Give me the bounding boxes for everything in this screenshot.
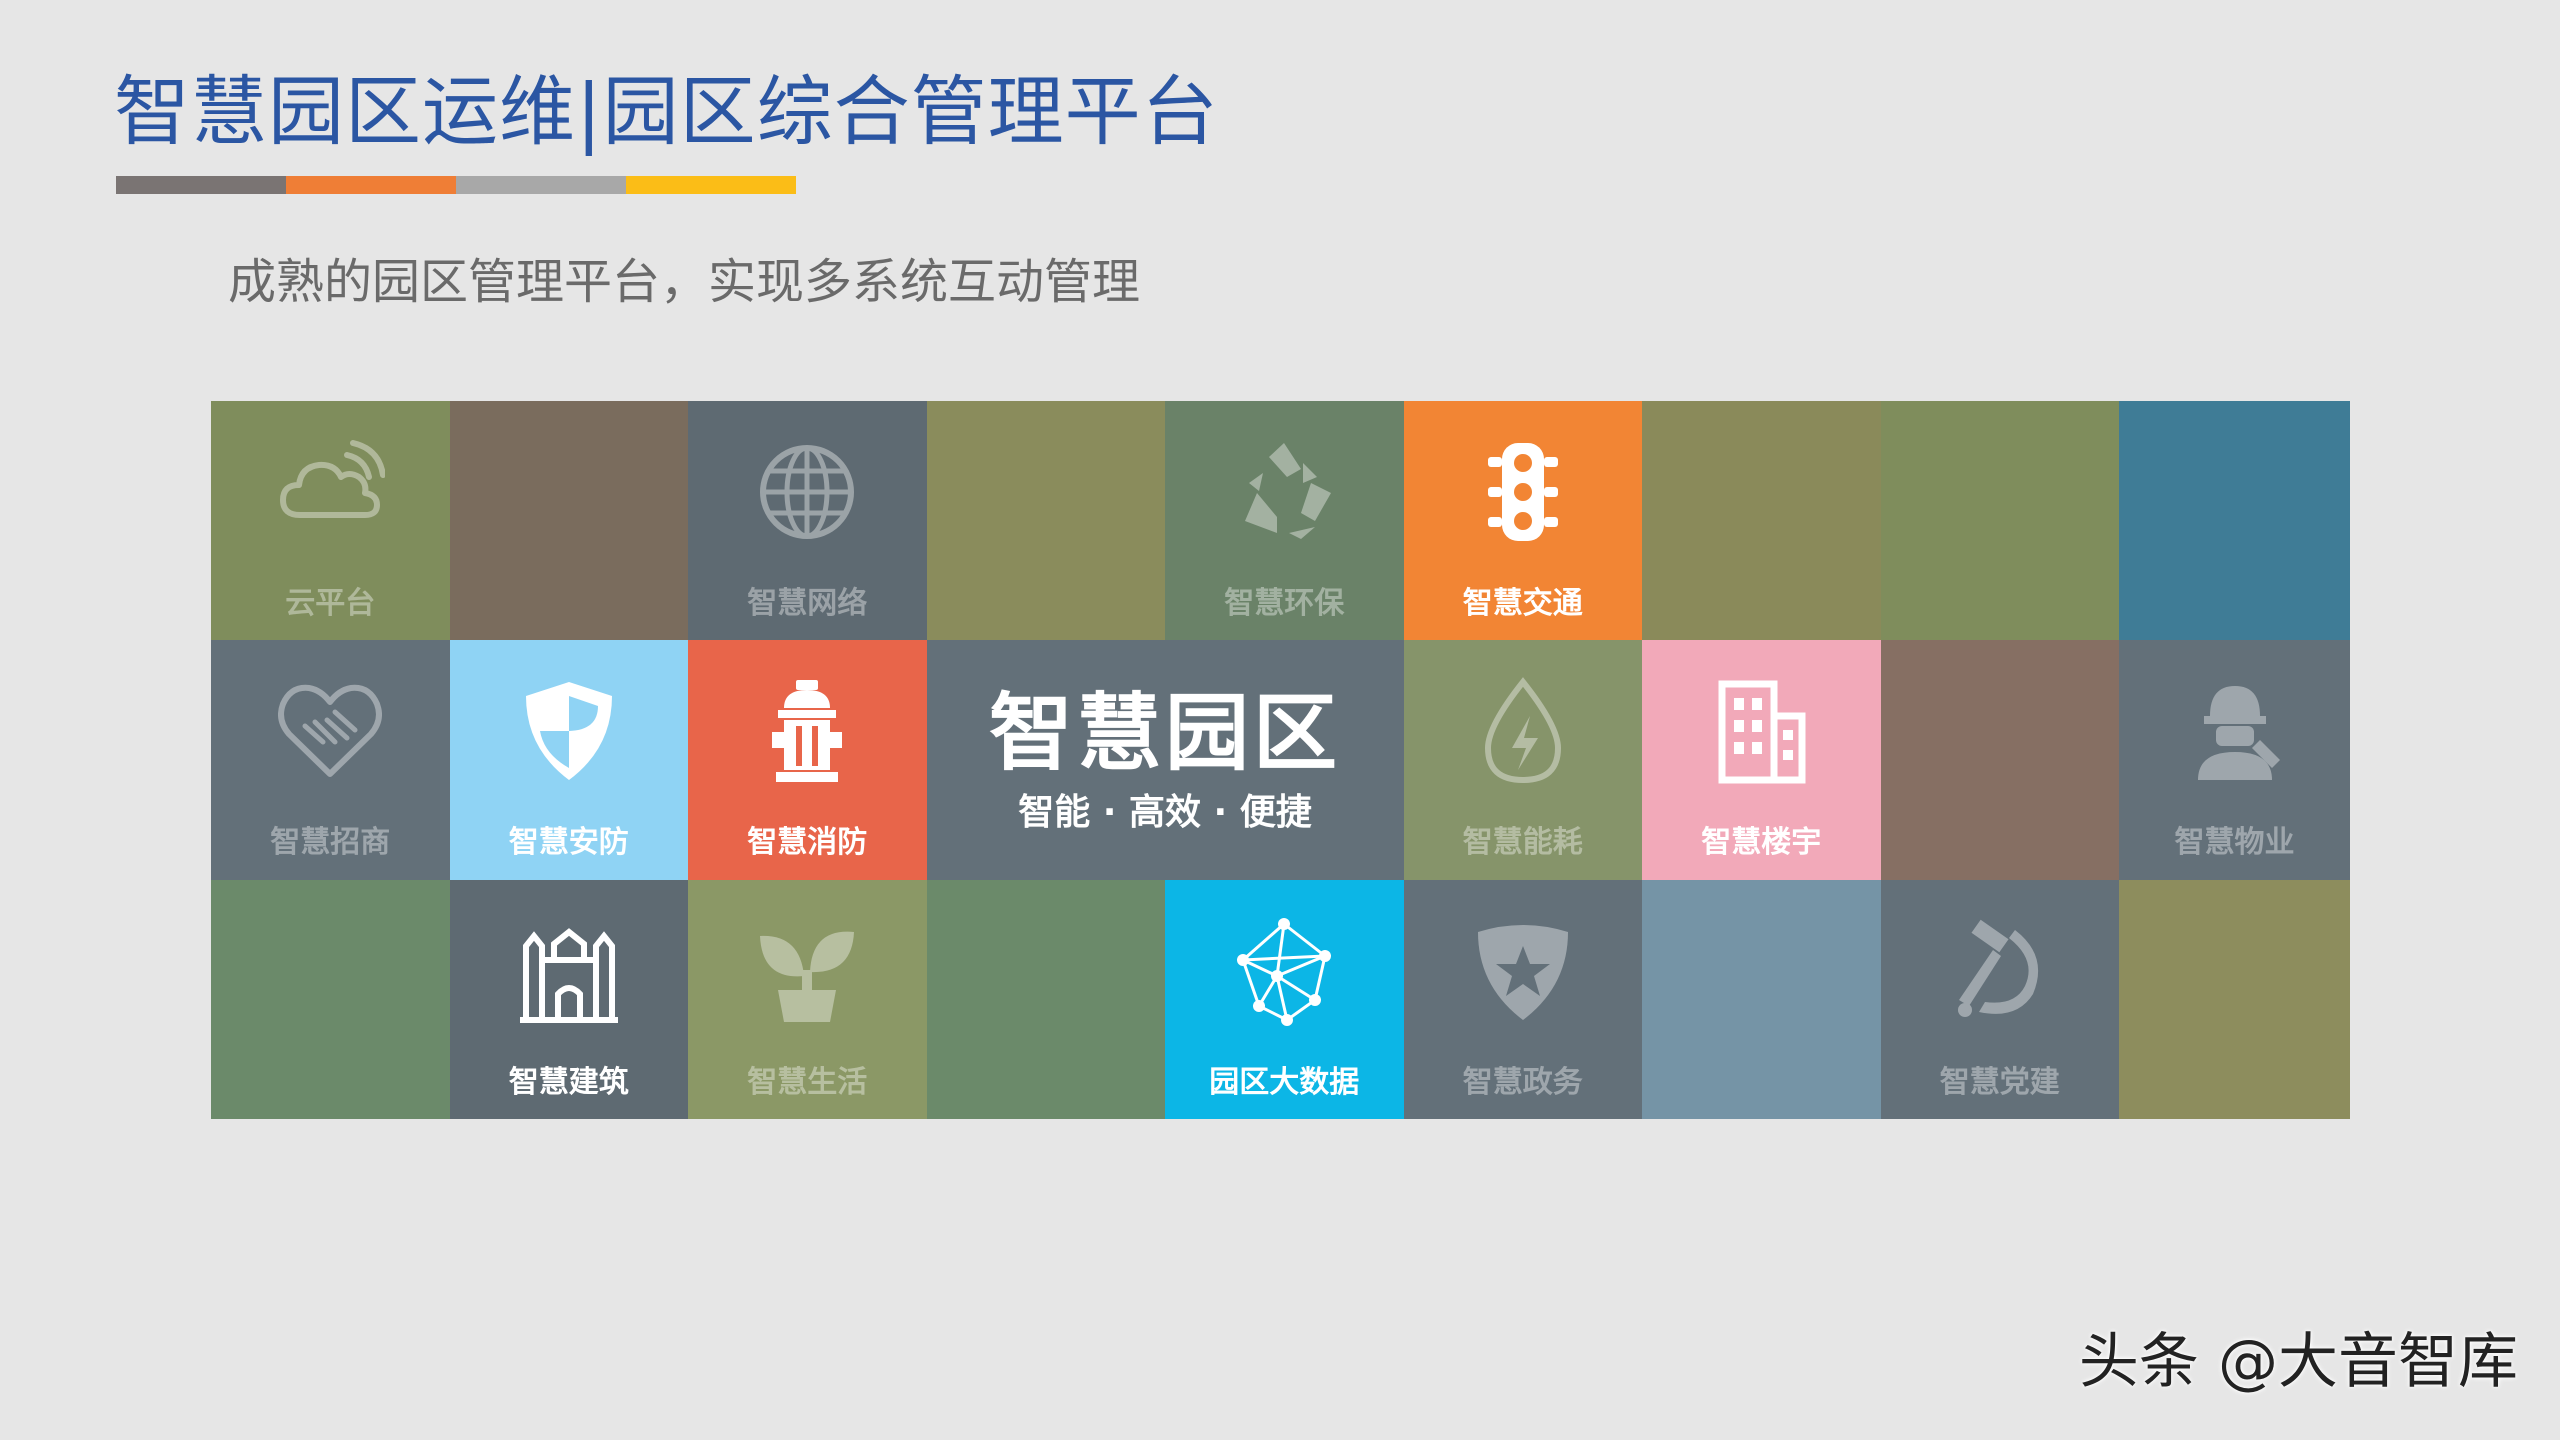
- title-bar-segment: [626, 176, 796, 194]
- tile-label: 智慧招商: [270, 825, 391, 860]
- tile-park-big-data: 园区大数据: [1165, 880, 1404, 1119]
- tile-label: 智慧安防: [508, 825, 629, 860]
- tile-label: 智慧消防: [747, 825, 868, 860]
- center-tagline: 智能 · 高效 · 便捷: [1018, 792, 1312, 833]
- tile-blank: [926, 401, 1165, 640]
- tile-smart-network: 智慧网络: [688, 401, 927, 640]
- tile-label: 智慧物业: [2174, 825, 2295, 860]
- tile-blank: [1880, 640, 2119, 880]
- tile-label: 智慧交通: [1462, 586, 1583, 621]
- traffic-light-icon: [1468, 437, 1578, 547]
- tile-label: 智慧能耗: [1462, 825, 1583, 860]
- energy-drop-icon: [1468, 676, 1578, 786]
- tile-smart-traffic: 智慧交通: [1403, 401, 1642, 640]
- tile-smart-security: 智慧安防: [449, 640, 688, 880]
- tile-blank: [2119, 401, 2350, 640]
- tile-blank: [1880, 401, 2119, 640]
- watermark: 头条 @大音智库: [2078, 1327, 2518, 1397]
- tile-blank: [211, 880, 450, 1119]
- tile-label: 智慧网络: [747, 586, 868, 621]
- tile-label: 智慧楼宇: [1701, 825, 1822, 860]
- tile-smart-government: 智慧政务: [1403, 880, 1642, 1119]
- tile-blank: [449, 401, 688, 640]
- tile-label: 智慧党建: [1939, 1065, 2060, 1100]
- tile-blank: [1642, 401, 1881, 640]
- building-icon: [1706, 676, 1816, 786]
- center-park-tile: 智慧园区 智能 · 高效 · 便捷: [926, 640, 1404, 880]
- tile-label: 园区大数据: [1209, 1065, 1360, 1100]
- center-title: 智慧园区: [988, 684, 1341, 782]
- title-bar-segment: [116, 176, 286, 194]
- tile-label: 云平台: [285, 586, 376, 621]
- tile-smart-investment: 智慧招商: [211, 640, 450, 880]
- globe-icon: [752, 437, 862, 547]
- tile-label: 智慧生活: [747, 1065, 868, 1100]
- slide-subtitle: 成熟的园区管理平台，实现多系统互动管理: [228, 254, 1141, 310]
- tile-smart-building: 智慧楼宇: [1642, 640, 1881, 880]
- network-icon: [1229, 916, 1339, 1026]
- tile-label: 智慧环保: [1224, 586, 1345, 621]
- police-badge-icon: [1468, 916, 1578, 1026]
- tile-smart-property: 智慧物业: [2119, 640, 2350, 880]
- smart-park-tile-grid: 云平台 智慧网络 智慧环保 智慧交通 智慧招商 智慧安防 智慧消防 智慧园区 智…: [211, 401, 2350, 1119]
- title-bar-segment: [286, 176, 456, 194]
- tile-smart-energy: 智慧能耗: [1403, 640, 1642, 880]
- hammer-sickle-icon: [1945, 916, 2055, 1026]
- slide-title: 智慧园区运维|园区综合管理平台: [114, 67, 1219, 156]
- tile-smart-life: 智慧生活: [688, 880, 927, 1119]
- tile-label: 智慧建筑: [508, 1065, 629, 1100]
- castle-icon: [514, 916, 624, 1026]
- tile-blank: [2119, 880, 2350, 1119]
- tile-blank: [1642, 880, 1881, 1119]
- tile-label: 智慧政务: [1462, 1065, 1583, 1100]
- tile-blank: [926, 880, 1165, 1119]
- shield-icon: [514, 676, 624, 786]
- title-bar-segment: [456, 176, 626, 194]
- recycle-icon: [1229, 437, 1339, 547]
- worker-icon: [2180, 676, 2290, 786]
- tile-smart-fire: 智慧消防: [688, 640, 927, 880]
- sprout-icon: [752, 916, 862, 1026]
- title-underline-bar: [116, 176, 796, 194]
- handshake-heart-icon: [275, 676, 385, 786]
- tile-smart-party: 智慧党建: [1880, 880, 2119, 1119]
- cloud-icon: [275, 437, 386, 547]
- tile-cloud-platform: 云平台: [211, 401, 450, 640]
- tile-smart-architecture: 智慧建筑: [449, 880, 688, 1119]
- fire-hydrant-icon: [752, 676, 862, 786]
- tile-smart-environment: 智慧环保: [1165, 401, 1404, 640]
